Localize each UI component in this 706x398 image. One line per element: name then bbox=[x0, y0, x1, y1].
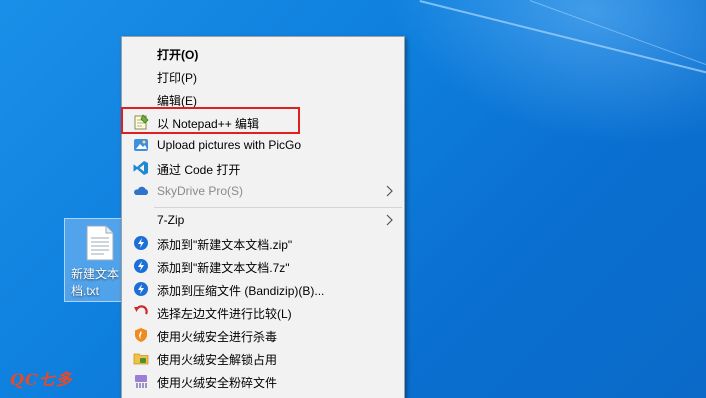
menu-item-label: 使用火绒安全解锁占用 bbox=[157, 353, 278, 367]
compare-arrow-icon bbox=[134, 305, 148, 315]
picgo-icon bbox=[134, 139, 148, 151]
annotation-highlight-box bbox=[121, 107, 300, 134]
menu-item-huorong-antivirus[interactable]: 使用火绒安全进行杀毒 bbox=[124, 324, 402, 347]
menu-item-label: 添加到"新建文本文档.7z" bbox=[157, 261, 290, 275]
folder-unlock-icon bbox=[133, 353, 149, 365]
menu-item-compare-left-file[interactable]: 选择左边文件进行比较(L) bbox=[124, 301, 402, 324]
vscode-icon bbox=[133, 161, 148, 175]
menu-item-open-with-code[interactable]: 通过 Code 打开 bbox=[124, 157, 402, 180]
huorong-shield-icon bbox=[135, 328, 147, 342]
menu-item-label: SkyDrive Pro(S) bbox=[157, 184, 244, 198]
menu-item-label: 选择左边文件进行比较(L) bbox=[157, 307, 292, 321]
menu-item-upload-picgo[interactable]: Upload pictures with PicGo bbox=[124, 134, 402, 157]
menu-item-label: 打开(O) bbox=[157, 48, 199, 62]
menu-item-add-to-7z[interactable]: 添加到"新建文本文档.7z" bbox=[124, 255, 402, 278]
menu-item-add-to-zip[interactable]: 添加到"新建文本文档.zip" bbox=[124, 232, 402, 255]
menu-item-label: 使用火绒安全粉碎文件 bbox=[157, 376, 278, 390]
menu-separator bbox=[154, 207, 402, 208]
bandizip-icon bbox=[134, 236, 148, 250]
chevron-right-icon bbox=[386, 185, 393, 197]
menu-item-print[interactable]: 打印(P) bbox=[124, 65, 402, 88]
bandizip-icon bbox=[134, 259, 148, 273]
text-document-icon bbox=[86, 225, 114, 261]
menu-item-label: 使用火绒安全进行杀毒 bbox=[157, 330, 278, 344]
menu-item-huorong-unlock[interactable]: 使用火绒安全解锁占用 bbox=[124, 347, 402, 370]
shredder-icon bbox=[135, 375, 147, 388]
menu-item-label: 添加到"新建文本文档.zip" bbox=[157, 238, 293, 252]
chevron-right-icon bbox=[386, 214, 393, 226]
menu-item-open[interactable]: 打开(O) bbox=[124, 42, 402, 65]
menu-item-label: 通过 Code 打开 bbox=[157, 163, 241, 177]
watermark-logo: QC七多 bbox=[10, 370, 73, 389]
skydrive-cloud-icon bbox=[134, 186, 149, 195]
menu-item-label: 7-Zip bbox=[157, 213, 185, 227]
menu-item-add-to-archive-bandizip[interactable]: 添加到压缩文件 (Bandizip)(B)... bbox=[124, 278, 402, 301]
menu-item-skydrive-pro[interactable]: SkyDrive Pro(S) bbox=[124, 180, 402, 203]
menu-item-7zip[interactable]: 7-Zip bbox=[124, 209, 402, 232]
menu-item-label: Upload pictures with PicGo bbox=[157, 138, 302, 152]
menu-item-label: 添加到压缩文件 (Bandizip)(B)... bbox=[157, 284, 325, 298]
menu-item-huorong-shred[interactable]: 使用火绒安全粉碎文件 bbox=[124, 370, 402, 393]
menu-item-label: 打印(P) bbox=[157, 71, 197, 85]
desktop-file-selected[interactable]: 新建文本 档.txt bbox=[64, 218, 122, 302]
bandizip-icon bbox=[134, 282, 148, 296]
context-menu: 打开(O) 打印(P) 编辑(E) 以 Notepad++ 编辑 Upload … bbox=[121, 36, 405, 398]
